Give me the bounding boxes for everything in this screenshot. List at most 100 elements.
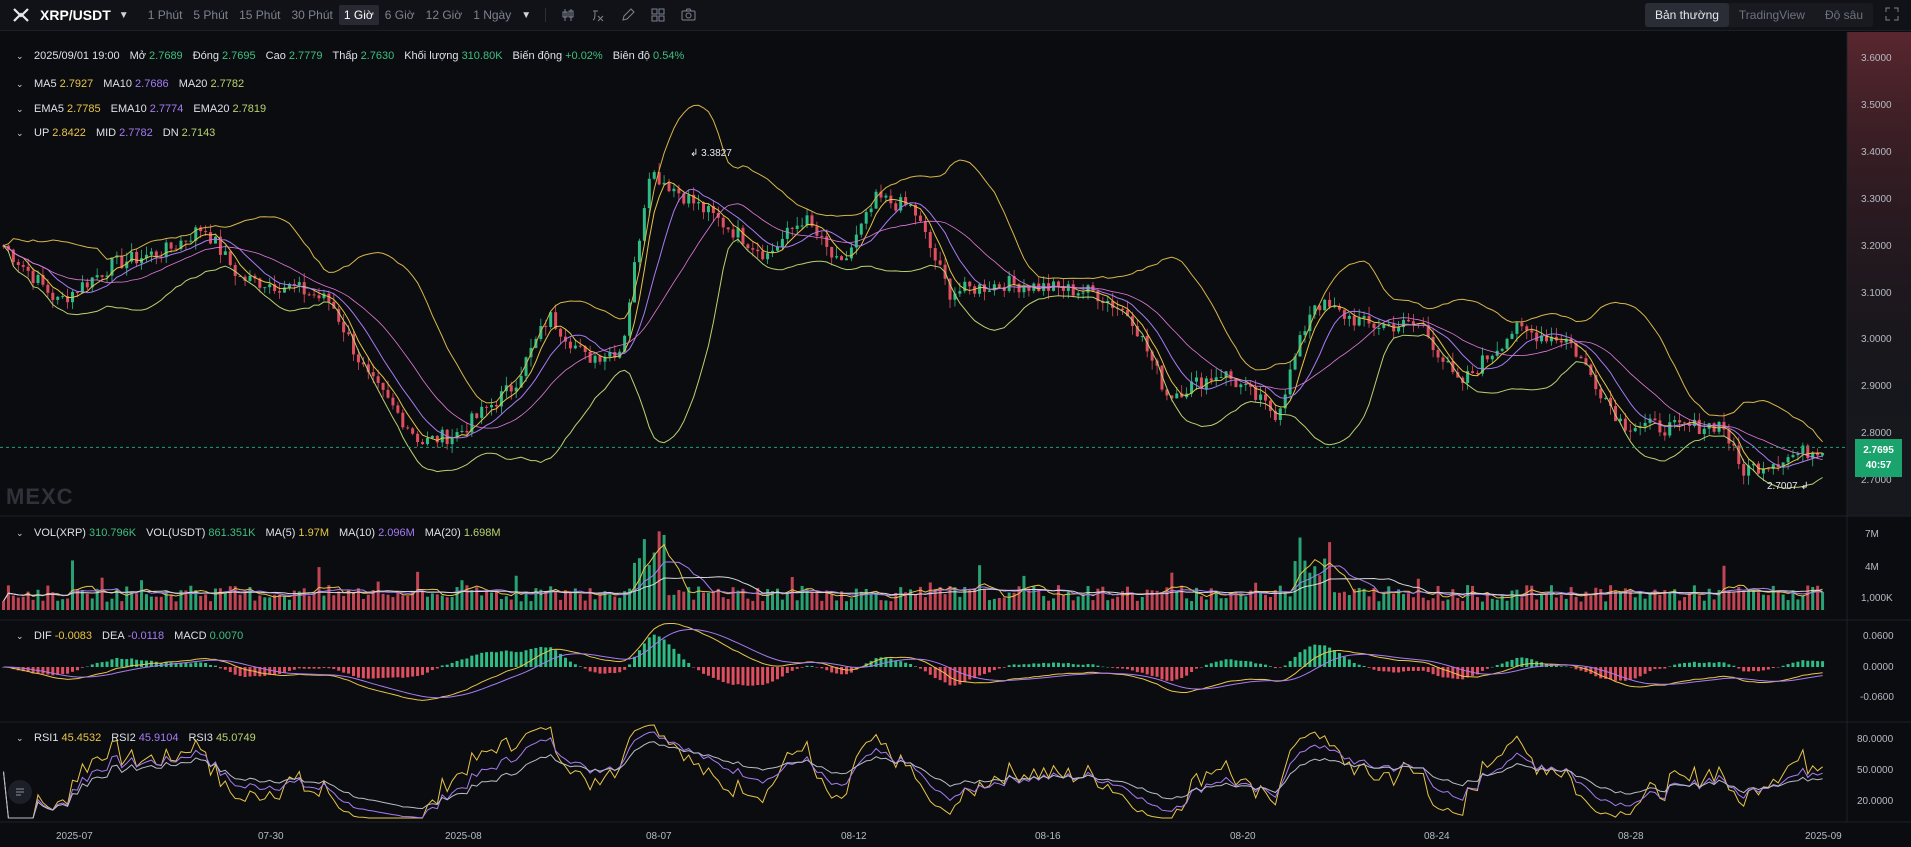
collapse-chevron-icon[interactable]: ⌄ (16, 528, 30, 539)
time-axis-tick: 08-24 (1424, 831, 1450, 842)
candle-type-icon[interactable] (560, 7, 576, 23)
time-axis-tick: 08-07 (646, 831, 672, 842)
vol-ma5-value: 1.97M (298, 527, 329, 539)
ma5-label: MA5 (34, 78, 57, 90)
timeframe-1h[interactable]: 1 Giờ (338, 5, 379, 25)
time-axis-tick: 08-20 (1230, 831, 1256, 842)
timeframe-dropdown-icon[interactable]: ▼ (521, 10, 531, 21)
collapse-chevron-icon[interactable]: ⌄ (16, 631, 30, 642)
current-price-tag: 2.7695 40:57 (1855, 439, 1902, 477)
chart-toolbar: XRP/USDT ▼ 1 Phút 5 Phút 15 Phút 30 Phút… (0, 0, 1911, 31)
volume-axis-tick: 1,000K (1861, 593, 1893, 604)
time-axis-tick: 07-30 (258, 831, 284, 842)
camera-icon[interactable] (680, 7, 696, 23)
timeframe-1d[interactable]: 1 Ngày (468, 5, 516, 25)
layout-icon[interactable] (650, 7, 666, 23)
macd-label: MACD (174, 630, 207, 642)
timeframe-12h[interactable]: 12 Giờ (421, 5, 468, 25)
low-label: Thấp (332, 50, 358, 62)
price-axis-tick: 3.4000 (1861, 147, 1892, 158)
timeframe-1m[interactable]: 1 Phút (143, 5, 188, 25)
vol-ma20-label: MA(20) (424, 527, 461, 539)
high-label: Cao (265, 50, 286, 62)
ema-legend: ⌄ EMA5 2.7785 EMA10 2.7774 EMA20 2.7819 (0, 100, 276, 118)
macd-histogram (2, 634, 1825, 686)
ema5-value: 2.7785 (66, 103, 101, 115)
view-depth[interactable]: Độ sâu (1815, 3, 1873, 27)
draw-icon[interactable] (620, 7, 636, 23)
macd-value: 0.0070 (209, 630, 244, 642)
ema10-label: EMA10 (110, 103, 147, 115)
dif-label: DIF (34, 630, 52, 642)
price-axis-tick: 3.1000 (1861, 288, 1892, 299)
rsi3-line (3, 741, 1823, 819)
amplitude-label: Biên độ (612, 50, 651, 62)
timeframe-30m[interactable]: 30 Phút (286, 5, 337, 25)
low-marker-value: 2.7007 (1767, 481, 1798, 492)
collapse-chevron-icon[interactable]: ⌄ (16, 104, 30, 115)
macd-legend: ⌄ DIF -0.0083 DEA -0.0118 MACD 0.0070 (0, 627, 253, 645)
macd-dif-line (3, 623, 1823, 701)
ma10-value: 2.7686 (135, 78, 169, 90)
boll-up-label: UP (34, 127, 50, 139)
ema20-value: 2.7819 (232, 103, 267, 115)
high-value: 2.7779 (288, 50, 323, 62)
volume-legend: ⌄ VOL(XRP) 310.796K VOL(USDT) 861.351K MA(… (0, 524, 511, 542)
view-tradingview[interactable]: TradingView (1729, 3, 1815, 27)
volume-bars (2, 531, 1825, 610)
settings-toggle-icon[interactable] (8, 780, 32, 804)
rsi1-line (3, 724, 1823, 819)
rsi1-value: 45.4532 (61, 732, 102, 744)
timeframe-15m[interactable]: 15 Phút (234, 5, 285, 25)
mexc-watermark: MEXC (6, 484, 74, 509)
time-axis-tick: 2025-09 (1805, 831, 1842, 842)
boll-dn-value: 2.7143 (181, 127, 216, 139)
macd-axis-tick: -0.0600 (1860, 692, 1894, 703)
time-axis-tick: 08-28 (1618, 831, 1644, 842)
ema20-label: EMA20 (193, 103, 230, 115)
boll-mid-value: 2.7782 (119, 127, 153, 139)
indicator-icon[interactable] (590, 7, 606, 23)
close-value: 2.7695 (221, 50, 256, 62)
volume-axis-tick: 4M (1865, 562, 1879, 573)
time-axis-tick: 08-16 (1035, 831, 1061, 842)
ema10-value: 2.7774 (149, 103, 184, 115)
change-value: +0.02% (565, 50, 603, 62)
ma20-label: MA20 (178, 78, 208, 90)
boll-dn-label: DN (162, 127, 179, 139)
collapse-chevron-icon[interactable]: ⌄ (16, 51, 30, 62)
rsi-axis-tick: 80.0000 (1857, 734, 1894, 745)
price-axis-tick: 2.8000 (1861, 428, 1892, 439)
timeframe-5m[interactable]: 5 Phút (188, 5, 233, 25)
timeframe-6h[interactable]: 6 Giờ (380, 5, 420, 25)
collapse-chevron-icon[interactable]: ⌄ (16, 79, 30, 90)
dea-value: -0.0118 (127, 630, 165, 642)
dea-label: DEA (102, 630, 125, 642)
ma5-value: 2.7927 (59, 78, 94, 90)
collapse-chevron-icon[interactable]: ⌄ (16, 733, 30, 744)
pair-dropdown-icon[interactable]: ▼ (119, 10, 129, 21)
amplitude-value: 0.54% (653, 50, 685, 62)
macd-axis-tick: 0.0600 (1863, 631, 1894, 642)
boll-legend: ⌄ UP 2.8422 MID 2.7782 DN 2.7143 (0, 124, 225, 142)
volume-value: 310.80K (461, 50, 503, 62)
view-standard[interactable]: Bản thường (1644, 3, 1729, 27)
kline-chart[interactable] (0, 32, 1911, 847)
pair-title[interactable]: XRP/USDT (40, 7, 111, 23)
boll-mid-label: MID (95, 127, 117, 139)
price-axis-tick: 3.2000 (1861, 241, 1892, 252)
time-axis-tick: 2025-08 (445, 831, 482, 842)
collapse-chevron-icon[interactable]: ⌄ (16, 128, 30, 139)
ma5-line (3, 181, 1823, 470)
change-label: Biến động (512, 50, 563, 62)
open-label: Mở (129, 50, 147, 62)
fullscreen-icon[interactable] (1885, 7, 1901, 23)
boll-up-value: 2.8422 (52, 127, 86, 139)
ma-legend: ⌄ MA5 2.7927 MA10 2.7686 MA20 2.7782 (0, 75, 254, 93)
volume-label: Khối lượng (404, 50, 459, 62)
rsi-axis-tick: 50.0000 (1857, 765, 1894, 776)
vol-ma10-label: MA(10) (339, 527, 376, 539)
vol-ma20-value: 1.698M (463, 527, 501, 539)
vol-xrp-value: 310.796K (88, 527, 137, 539)
ma10-label: MA10 (103, 78, 133, 90)
